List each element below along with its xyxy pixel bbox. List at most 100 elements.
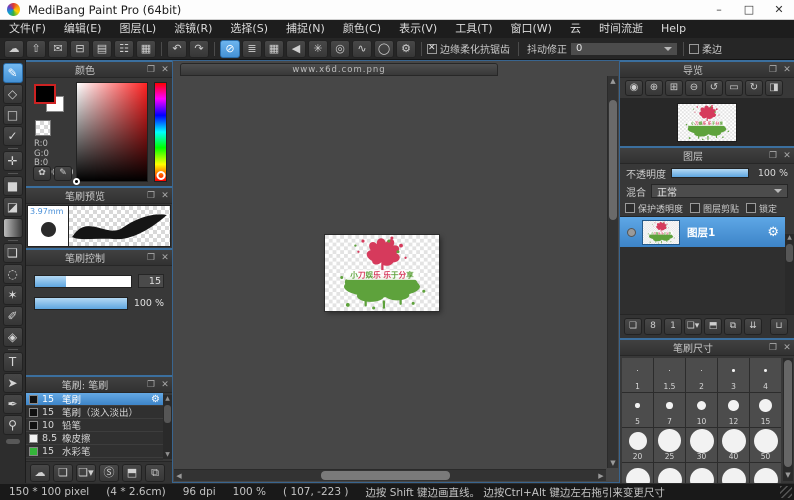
snap-ellipse-icon[interactable]: ◯	[374, 40, 394, 58]
duplicate-brush-icon[interactable]: ⧉	[145, 464, 165, 482]
brush-size-cell-large[interactable]	[718, 463, 749, 483]
select-pen-tool[interactable]: ✐	[3, 306, 23, 326]
hue-slider[interactable]	[154, 82, 167, 182]
zoom-reset-icon[interactable]: ◉	[625, 80, 643, 96]
jitter-dropdown[interactable]: 0	[570, 42, 678, 56]
add-8bit-layer-icon[interactable]: 8	[644, 318, 662, 335]
close-button[interactable]: ✕	[764, 0, 794, 19]
brush-folder-icon[interactable]: ⬒	[122, 464, 142, 482]
slider-track[interactable]	[34, 275, 132, 288]
lasso-tool[interactable]: ◌	[3, 264, 23, 284]
operation-tool[interactable]: ➤	[3, 373, 23, 393]
rotate-reset-icon[interactable]: ▭	[725, 80, 743, 96]
brush-size-cell-20[interactable]: 20	[622, 428, 653, 462]
popout-icon[interactable]: ❐	[766, 151, 780, 161]
brush-size-cell-2[interactable]: 2	[686, 358, 717, 392]
menu-item-6[interactable]: 颜色(C)	[334, 20, 390, 38]
menu-item-3[interactable]: 滤镜(R)	[165, 20, 221, 38]
brush-size-cell-40[interactable]: 40	[718, 428, 749, 462]
menu-item-4[interactable]: 选择(S)	[221, 20, 277, 38]
close-icon[interactable]: ✕	[158, 65, 172, 75]
palette-icon[interactable]: ✿	[33, 166, 51, 181]
brush-size-cell-10[interactable]: 10	[686, 393, 717, 427]
layer-item[interactable]: 小刀娱乐 乐于分享图层1⚙	[620, 217, 785, 247]
menu-item-11[interactable]: 时间流逝	[590, 20, 652, 38]
brush-size-cell-5[interactable]: 5	[622, 393, 653, 427]
layer-option-checkbox-1[interactable]	[690, 203, 700, 213]
document-icon[interactable]: ▤	[92, 40, 112, 58]
canvas-artwork[interactable]: 小刀娱乐 乐于分享	[325, 235, 439, 311]
scroll-down-icon[interactable]: ▼	[163, 451, 172, 459]
brush-tool[interactable]: ✎	[3, 63, 23, 83]
add-layer-menu-icon[interactable]: ❏▾	[684, 318, 702, 335]
slider-track[interactable]	[34, 297, 128, 310]
soft-edge-checkbox[interactable]	[689, 44, 699, 54]
snap-concentric-icon[interactable]: ◎	[330, 40, 350, 58]
brush-size-cell-30[interactable]: 30	[686, 428, 717, 462]
menu-item-9[interactable]: 窗口(W)	[502, 20, 561, 38]
brush-list-scrollbar[interactable]: ▲▼	[163, 395, 172, 459]
brush-size-cell-4[interactable]: 4	[750, 358, 781, 392]
snap-off-icon[interactable]: ⊘	[220, 40, 240, 58]
snap-curve-icon[interactable]: ∿	[352, 40, 372, 58]
menu-item-10[interactable]: 云	[561, 20, 590, 38]
close-icon[interactable]: ✕	[780, 343, 794, 353]
move-tool[interactable]: ✛	[3, 151, 23, 171]
cloud-save-icon[interactable]: ☁	[4, 40, 24, 58]
zoom-in-icon[interactable]: ⊕	[645, 80, 663, 96]
brush-size-cell-1[interactable]: 1	[622, 358, 653, 392]
transparent-swatch[interactable]	[35, 120, 51, 136]
scroll-up-icon[interactable]: ▲	[165, 395, 170, 402]
undo-icon[interactable]: ↶	[167, 40, 187, 58]
close-icon[interactable]: ✕	[158, 191, 172, 201]
close-icon[interactable]: ✕	[158, 380, 172, 390]
eyedropper-tool[interactable]: ⚲	[3, 415, 23, 435]
flip-icon[interactable]: ◨	[765, 80, 783, 96]
brush-size-cell-50[interactable]: 50	[750, 428, 781, 462]
merge-layer-icon[interactable]: ⇊	[744, 318, 762, 335]
maximize-button[interactable]: □	[734, 0, 764, 19]
antialias-checkbox[interactable]	[427, 44, 437, 54]
scroll-left-icon[interactable]: ◀	[174, 470, 184, 482]
menu-item-7[interactable]: 表示(V)	[390, 20, 446, 38]
rotate-cw-icon[interactable]: ↻	[745, 80, 763, 96]
snap-grid-icon[interactable]: ▦	[264, 40, 284, 58]
close-icon[interactable]: ✕	[780, 65, 794, 75]
saturation-value-picker[interactable]	[76, 82, 148, 182]
snap-vanishing-icon[interactable]: ◀	[286, 40, 306, 58]
scroll-thumb[interactable]	[164, 405, 171, 423]
zoom-out-icon[interactable]: ⊖	[685, 80, 703, 96]
menu-item-1[interactable]: 编辑(E)	[55, 20, 111, 38]
canvas-hscrollbar[interactable]: ◀ ▶	[174, 469, 606, 481]
add-layer-icon[interactable]: ❏	[624, 318, 642, 335]
brush-size-cell-3[interactable]: 3	[718, 358, 749, 392]
brush-size-cell-15[interactable]: 15	[750, 393, 781, 427]
brush-size-cell-7[interactable]: 7	[654, 393, 685, 427]
scroll-right-icon[interactable]: ▶	[596, 470, 606, 482]
blend-dropdown[interactable]: 正常	[651, 184, 788, 198]
figure-tool[interactable]: □	[3, 105, 23, 125]
canvas-vscrollbar[interactable]: ▲ ▼	[607, 76, 618, 468]
brush-settings-icon[interactable]: ⚙	[151, 394, 160, 405]
menu-item-12[interactable]: Help	[652, 20, 695, 38]
brush-size-cell-large[interactable]	[686, 463, 717, 483]
minimize-button[interactable]: –	[704, 0, 734, 19]
color-edit-icon[interactable]: ✎	[54, 166, 72, 181]
scroll-thumb[interactable]	[784, 360, 792, 467]
brush-size-scrollbar[interactable]: ▼	[783, 358, 793, 481]
popout-icon[interactable]: ❐	[766, 343, 780, 353]
brush-item[interactable]: 15水彩笔	[26, 445, 163, 458]
hscroll-thumb[interactable]	[321, 471, 451, 480]
delete-layer-icon[interactable]: ⊔	[770, 318, 788, 335]
publish-icon[interactable]: ⇧	[26, 40, 46, 58]
text-tool[interactable]: T	[3, 352, 23, 372]
add-brush-menu-icon[interactable]: ❏▾	[76, 464, 96, 482]
scroll-down-icon[interactable]: ▼	[608, 458, 618, 468]
fill-rect-tool[interactable]: ■	[3, 176, 23, 196]
layer-folder-icon[interactable]: ⬒	[704, 318, 722, 335]
snap-parallel-icon[interactable]: ≣	[242, 40, 262, 58]
rotate-ccw-icon[interactable]: ↺	[705, 80, 723, 96]
scroll-thumb[interactable]	[786, 244, 793, 262]
brush-size-cell-large[interactable]	[750, 463, 781, 483]
zoom-fit-icon[interactable]: ⊞	[665, 80, 683, 96]
